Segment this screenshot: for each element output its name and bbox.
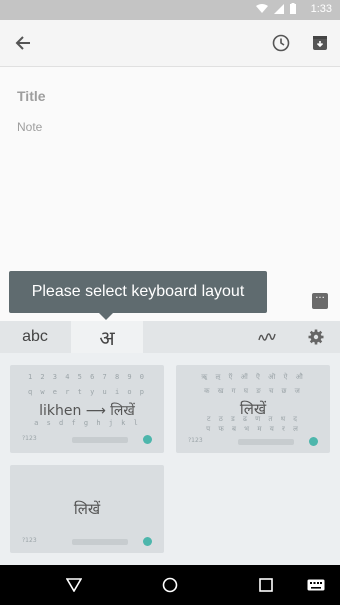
mini-bottom-row: ?123 [188, 437, 318, 446]
status-time: 1:33 [310, 3, 332, 15]
title-input[interactable]: Title [17, 88, 46, 104]
layout-card-hindi[interactable]: ॠ ऌ ऍ ऑ ऎ ऒ ऐ औ क ख ग घ ङ च छ ज ट ठ ड ढ … [176, 365, 330, 453]
keyboard-layout-tooltip: Please select keyboard layout [9, 271, 267, 313]
layout-card-handwriting[interactable]: लिखें ?123 [10, 465, 164, 553]
back-button[interactable] [10, 30, 36, 56]
status-icons [256, 3, 296, 14]
tooltip-text: Please select keyboard layout [31, 283, 245, 300]
layout-label: लिखें [73, 500, 101, 518]
keys-row: प फ ब भ म य र ल [206, 425, 300, 433]
signal-icon [274, 3, 284, 14]
battery-icon [290, 3, 296, 14]
tab-abc[interactable]: abc [0, 321, 70, 353]
arrow-back-icon [15, 36, 30, 50]
keys-row: q w e r t y u i o p [27, 388, 147, 396]
keys-row: क ख ग घ ङ च छ ज [204, 387, 302, 395]
symbols-key: ?123 [22, 537, 37, 544]
wifi-icon [256, 3, 268, 13]
clock-icon [272, 34, 290, 52]
circle-icon [162, 577, 178, 593]
gear-icon [308, 329, 324, 345]
settings-button[interactable] [301, 321, 331, 353]
reminder-button[interactable] [268, 30, 294, 56]
keyboard-icon [307, 579, 325, 591]
more-dots-icon: ··· [315, 293, 325, 304]
space-key [72, 437, 128, 443]
keyboard-tab-bar: abc अ [0, 321, 340, 353]
archive-icon [313, 36, 327, 50]
keyboard-layout-panel: 1 2 3 4 5 6 7 8 9 0 q w e r t y u i o p … [0, 353, 340, 565]
more-options-button[interactable]: ··· [312, 293, 328, 309]
layout-label: likhen ⟶ लिखें [39, 403, 135, 419]
app-bar [0, 20, 340, 67]
space-key [238, 439, 294, 445]
nav-home-button[interactable] [160, 575, 180, 595]
note-editor: Title Note [0, 67, 340, 287]
handwriting-button[interactable] [252, 321, 282, 353]
enter-key-icon [309, 437, 318, 446]
keys-row: 1 2 3 4 5 6 7 8 9 0 [27, 373, 147, 381]
tab-hindi-label: अ [99, 325, 115, 350]
mini-bottom-row: ?123 [22, 435, 152, 444]
status-bar: 1:33 [0, 0, 340, 20]
layout-label: लिखें [239, 400, 267, 418]
nav-back-button[interactable] [64, 575, 84, 595]
nav-keyboard-button[interactable] [306, 575, 326, 595]
nav-recents-button[interactable] [256, 575, 276, 595]
keys-row: a s d f g h j k l [34, 419, 140, 427]
layout-card-transliteration[interactable]: 1 2 3 4 5 6 7 8 9 0 q w e r t y u i o p … [10, 365, 164, 453]
note-body-input[interactable]: Note [17, 120, 42, 134]
navigation-bar [0, 565, 340, 605]
tooltip-arrow [99, 313, 113, 320]
space-key [72, 539, 128, 545]
square-icon [259, 578, 273, 592]
enter-key-icon [143, 435, 152, 444]
keys-row: ॠ ऌ ऍ ऑ ऎ ऒ ऐ औ [201, 373, 305, 381]
symbols-key: ?123 [22, 435, 37, 442]
symbols-key: ?123 [188, 437, 203, 444]
tab-hindi[interactable]: अ [71, 321, 143, 353]
triangle-down-icon [66, 578, 82, 592]
mini-bottom-row: ?123 [22, 537, 152, 546]
enter-key-icon [143, 537, 152, 546]
handwriting-icon [258, 333, 276, 341]
archive-button[interactable] [307, 30, 333, 56]
